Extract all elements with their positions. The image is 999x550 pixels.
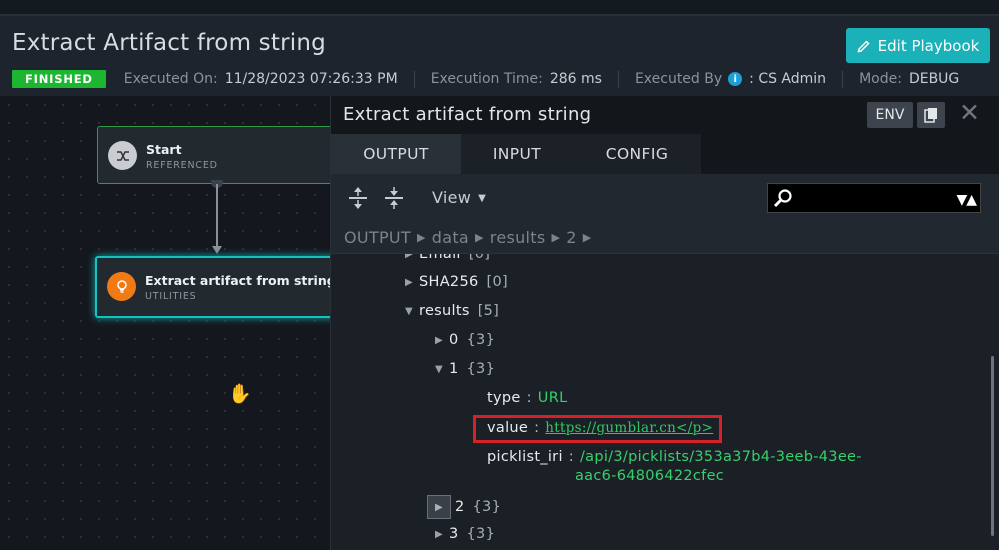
info-icon[interactable]: i — [728, 72, 743, 86]
status-badge: FINISHED — [12, 70, 106, 88]
execution-time-label: Execution Time: — [430, 71, 543, 87]
mode-label: Mode: — [859, 71, 902, 87]
search-icon — [773, 189, 792, 208]
expand-arrow-icon[interactable]: ▶ — [427, 495, 451, 519]
panel-tabs: OUTPUT INPUT CONFIG — [331, 134, 999, 174]
shuffle-icon — [108, 141, 137, 170]
env-button[interactable]: ENV — [867, 102, 913, 128]
tree-scrollbar[interactable] — [991, 356, 994, 536]
collapse-arrow-icon[interactable]: ▼ — [435, 364, 449, 375]
edit-playbook-button[interactable]: Edit Playbook — [846, 28, 990, 63]
value-link[interactable]: https://gumblar.cn</p> — [545, 420, 713, 436]
json-tree: ▶ Email [0] ▶ SHA256 [0] ▼ results [5] ▶ 0{… — [331, 254, 991, 550]
tree-node-results[interactable]: ▼ results [5] — [405, 301, 499, 321]
divider — [413, 70, 415, 88]
start-node-sub: REFERENCED — [146, 160, 218, 171]
breadcrumb-item[interactable]: OUTPUT — [344, 228, 411, 247]
tab-config[interactable]: CONFIG — [573, 134, 701, 174]
top-bar — [0, 0, 999, 16]
step-output-panel: Extract artifact from string ENV ✕ OUTPU… — [330, 96, 999, 550]
caret-down-icon: ▼ — [478, 193, 487, 204]
start-node-name: Start — [146, 142, 182, 157]
output-toolbar: View ▼ ▼▲ — [331, 174, 999, 222]
extract-node-name: Extract artifact from string — [145, 273, 336, 288]
expand-arrow-icon[interactable]: ▶ — [405, 277, 419, 288]
tree-field-picklist-iri-cont: aac6-64806422cfec — [575, 468, 725, 484]
divider — [842, 70, 844, 88]
playbook-header: Extract Artifact from string Edit Playbo… — [0, 16, 999, 96]
start-node[interactable]: Start REFERENCED — [97, 126, 342, 184]
collapse-all-icon[interactable] — [382, 186, 406, 210]
view-label: View — [432, 188, 472, 207]
executed-by-value: : CS Admin — [749, 71, 827, 87]
expand-all-icon[interactable] — [346, 186, 370, 210]
extract-node-sub: UTILITIES — [145, 291, 197, 302]
tab-input[interactable]: INPUT — [461, 134, 573, 174]
search-input[interactable]: ▼▲ — [767, 183, 981, 213]
connector-line — [216, 184, 218, 250]
tree-node-sha256[interactable]: ▶ SHA256 [0] — [405, 272, 508, 292]
tree-node-result-3[interactable]: ▶ 3 {3} — [435, 524, 495, 544]
extract-node[interactable]: Extract artifact from string UTILITIES — [95, 256, 341, 318]
connector-arrow — [212, 246, 222, 254]
tree-field-value[interactable]: value: https://gumblar.cn</p> — [487, 418, 713, 438]
panel-title: Extract artifact from string — [343, 104, 592, 125]
breadcrumb-item[interactable]: data — [432, 228, 469, 247]
mode-value: DEBUG — [908, 71, 960, 87]
hand-cursor-icon: ✋ — [228, 383, 252, 405]
tree-node-result-1[interactable]: ▼ 1 {3} — [435, 359, 495, 379]
expand-arrow-icon[interactable]: ▶ — [405, 254, 419, 260]
view-dropdown[interactable]: View ▼ — [432, 188, 486, 207]
executed-by-label: Executed By — [634, 71, 723, 87]
execution-time-value: 286 ms — [549, 71, 602, 87]
playbook-canvas[interactable]: Start REFERENCED Extract artifact from s… — [0, 96, 342, 550]
tree-field-picklist-iri[interactable]: picklist_iri:/api/3/picklists/353a37b4-3… — [487, 447, 862, 467]
breadcrumb: OUTPUT ▶ data ▶ results ▶ 2 ▶ — [331, 222, 999, 254]
page-title: Extract Artifact from string — [12, 30, 326, 56]
executed-on-value: 11/28/2023 07:26:33 PM — [224, 71, 398, 87]
tree-field-type[interactable]: type: URL — [487, 388, 567, 408]
lightbulb-icon — [107, 272, 136, 301]
expand-arrow-icon[interactable]: ▶ — [435, 529, 449, 540]
execution-meta: FINISHED Executed On: 11/28/2023 07:26:3… — [12, 68, 959, 90]
tree-node-email[interactable]: ▶ Email [0] — [405, 254, 490, 264]
executed-on-label: Executed On: — [123, 71, 218, 87]
copy-icon[interactable] — [917, 102, 945, 128]
expand-arrow-icon[interactable]: ▶ — [435, 335, 449, 346]
tree-node-result-2[interactable]: ▶ 2 {3} — [427, 494, 501, 520]
close-icon[interactable]: ✕ — [959, 98, 980, 127]
breadcrumb-item[interactable]: results — [490, 228, 546, 247]
edit-playbook-label: Edit Playbook — [877, 36, 980, 55]
divider — [617, 70, 619, 88]
search-nav-arrows[interactable]: ▼▲ — [956, 192, 977, 208]
tab-output[interactable]: OUTPUT — [331, 134, 461, 174]
panel-header: Extract artifact from string ENV ✕ — [331, 96, 999, 134]
pencil-icon — [857, 39, 870, 52]
breadcrumb-item[interactable]: 2 — [566, 228, 576, 247]
collapse-arrow-icon[interactable]: ▼ — [405, 306, 419, 317]
tree-node-result-0[interactable]: ▶ 0 {3} — [435, 330, 495, 350]
